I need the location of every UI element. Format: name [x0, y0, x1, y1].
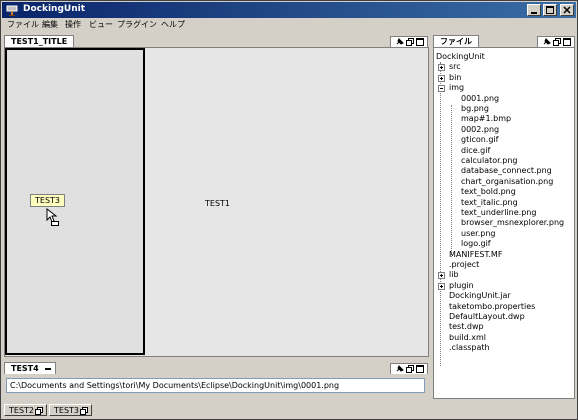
pin-icon[interactable]	[396, 365, 404, 373]
tree-item-label: img	[449, 83, 465, 93]
tree-item-label: calculator.png	[461, 156, 518, 165]
tree-item-label: test.dwp	[449, 322, 484, 332]
collapse-icon[interactable]	[438, 85, 445, 93]
tree-item-label: map#1.bmp	[461, 114, 512, 124]
tree-item-label: DockingUnit	[436, 52, 485, 61]
tree-item-label: .classpath	[449, 343, 490, 353]
test1-label: TEST1	[205, 199, 230, 208]
restore-icon[interactable]	[35, 407, 43, 415]
maximize-panel-icon[interactable]	[416, 38, 424, 46]
menu-plugin[interactable]: プラグイン	[117, 19, 157, 30]
minimize-icon	[531, 12, 537, 14]
tree-item-label: MANIFEST.MF	[449, 249, 503, 259]
tree-item-label: dice.gif	[461, 145, 491, 155]
pin-icon[interactable]	[543, 38, 551, 46]
tree-item-label: DockingUnit.jar	[449, 291, 511, 301]
file-panel: ファイル DockingUnit src bin img 0001.png bg.png m…	[433, 35, 575, 399]
file-tree: DockingUnit src bin img 0001.png bg.png map#1.…	[433, 47, 575, 399]
close-button[interactable]	[560, 4, 574, 16]
path-field[interactable]: C:\Documents and Settings\tori\My Docume…	[6, 378, 425, 393]
window-title: DockingUnit	[23, 4, 86, 14]
maximize-panel-icon[interactable]	[563, 38, 571, 46]
test4-tabstrip: TEST4	[4, 362, 429, 375]
tree-item-label: plugin	[449, 280, 474, 290]
test4-content: C:\Documents and Settings\tori\My Docume…	[4, 374, 429, 399]
tree-guide-line	[451, 105, 453, 257]
restore-icon[interactable]	[406, 38, 414, 46]
menu-operation[interactable]: 操作	[65, 19, 81, 30]
menu-bar: ファイル 編集 操作 ビュー プラグイン ヘルプ	[2, 19, 576, 31]
pin-icon[interactable]	[396, 38, 404, 46]
tree-item-label: 0002.png	[461, 124, 500, 134]
tab-test4-label: TEST4	[11, 364, 39, 373]
restore-icon[interactable]	[80, 407, 88, 415]
expand-icon[interactable]	[438, 74, 445, 82]
tree-item-label: user.png	[461, 228, 496, 238]
tree-guide-line	[440, 62, 442, 366]
expand-icon[interactable]	[438, 282, 445, 290]
dock-drop-highlight	[5, 48, 145, 355]
restore-icon[interactable]	[553, 38, 561, 46]
app-icon	[6, 5, 18, 16]
tree-item-label: text_underline.png	[461, 208, 537, 217]
minimize-button[interactable]	[527, 4, 541, 16]
title-bar[interactable]: DockingUnit	[2, 2, 576, 18]
maximize-panel-icon[interactable]	[416, 365, 424, 373]
tree-item-label: logo.gif	[461, 239, 491, 249]
tree-item-label: taketombo.properties	[449, 301, 536, 311]
maximize-button[interactable]	[543, 4, 557, 16]
bottom-tab-test3-label: TEST3	[54, 406, 79, 415]
restore-icon[interactable]	[406, 365, 414, 373]
tree-item-label: gticon.gif	[461, 135, 499, 145]
test1-content: TEST1 TEST3	[4, 47, 429, 357]
test1-tabstrip: TEST1_TITLE	[4, 35, 429, 48]
expand-icon[interactable]	[438, 272, 445, 280]
menu-view[interactable]: ビュー	[89, 19, 113, 30]
tree-item-label: database_connect.png	[461, 166, 552, 176]
drag-tooltip: TEST3	[30, 194, 65, 207]
tree-item-label: DefaultLayout.dwp	[449, 312, 525, 321]
test1-panel: TEST1_TITLE TEST1 TEST3	[4, 35, 429, 357]
expand-icon[interactable]	[438, 64, 445, 72]
bottom-tab-test2[interactable]: TEST2	[4, 404, 47, 416]
menu-help[interactable]: ヘルプ	[161, 19, 185, 30]
tree-item-label: text_bold.png	[461, 187, 516, 197]
tree-item-label: src	[449, 62, 461, 72]
tree-item-label: lib	[449, 270, 459, 280]
main-window: DockingUnit ファイル 編集 操作 ビュー プラグイン ヘルプ TES…	[0, 0, 578, 420]
tree-item-label: browser_msnexplorer.png	[461, 218, 565, 228]
tree-item-label: build.xml	[449, 332, 486, 342]
menu-file[interactable]: ファイル	[7, 19, 39, 30]
file-tabstrip: ファイル	[433, 35, 575, 48]
tree-item-label: text_italic.png	[461, 197, 518, 207]
menu-edit[interactable]: 編集	[42, 19, 58, 30]
move-cursor-icon	[46, 208, 59, 226]
bottom-tab-test3[interactable]: TEST3	[49, 404, 92, 416]
maximize-icon	[546, 6, 554, 14]
minimize-icon[interactable]	[44, 368, 51, 370]
bottom-tab-test2-label: TEST2	[9, 406, 34, 415]
tree-item-label: bin	[449, 72, 462, 82]
test4-panel: TEST4 C:\Documents and Settings\tori\My …	[4, 362, 429, 399]
close-icon	[563, 6, 571, 14]
tree-item-label: chart_organisation.png	[461, 176, 554, 186]
tree-item-label: 0001.png	[461, 93, 500, 103]
tree-item-label: .project	[449, 260, 480, 269]
tree-item-label: bg.png	[461, 104, 489, 113]
